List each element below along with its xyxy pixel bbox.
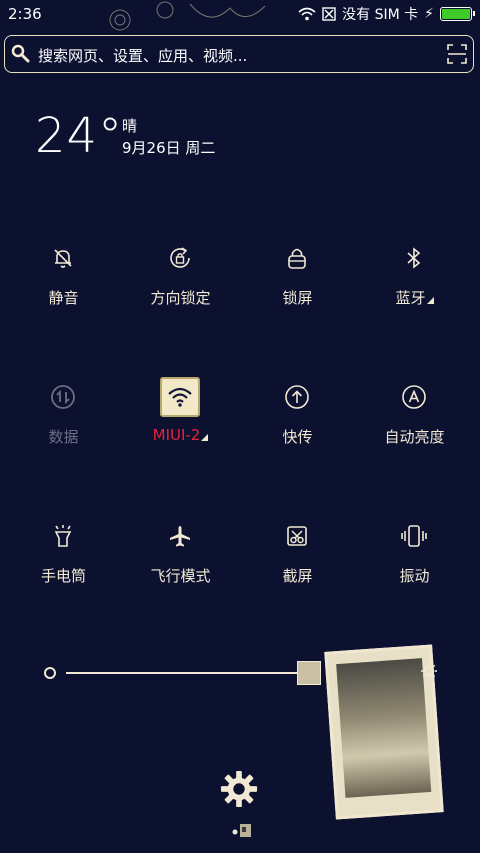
battery-icon	[440, 7, 475, 21]
tile-label: 飞行模式	[150, 567, 211, 585]
brightness-low-icon	[44, 667, 56, 679]
quick-transfer-icon	[285, 385, 309, 409]
tile-lock-screen[interactable]: 锁屏	[239, 238, 356, 338]
status-indicators: 没有 SIM 卡 ⚡	[298, 4, 475, 24]
expand-triangle-icon	[426, 297, 434, 304]
auto-brightness-icon	[402, 385, 426, 409]
airplane-icon	[170, 526, 190, 547]
carrier-text: 没有 SIM 卡	[342, 7, 419, 23]
tile-label: 振动	[399, 567, 430, 585]
scan-icon[interactable]	[447, 44, 467, 64]
flashlight-icon	[54, 525, 72, 547]
rotation-lock-icon	[170, 247, 190, 268]
tile-label: MIUI-2	[122, 426, 239, 444]
tile-label: 数据	[48, 428, 79, 446]
status-time: 2:36	[8, 5, 42, 23]
weather-condition: 晴	[122, 117, 138, 135]
vibrate-icon	[401, 525, 427, 547]
wifi-active-box	[160, 377, 200, 417]
charging-icon: ⚡	[424, 6, 434, 22]
brightness-slider[interactable]	[44, 660, 444, 690]
decorative-lace-icon	[109, 1, 266, 31]
tile-screenshot[interactable]: 截屏	[239, 516, 356, 616]
tile-label: 截屏	[282, 567, 313, 585]
data-arrows-icon	[51, 385, 75, 409]
brightness-thumb[interactable]	[297, 661, 322, 685]
weather-date: 9月26日 周二	[122, 139, 216, 157]
small-notification-icon	[232, 824, 251, 837]
tile-label: 自动亮度	[384, 428, 445, 446]
tile-airplane-mode[interactable]: 飞行模式	[122, 516, 239, 616]
settings-gear-icon[interactable]	[220, 770, 258, 808]
bluetooth-icon	[407, 247, 421, 269]
tile-label: 方向锁定	[150, 289, 211, 307]
tile-flashlight[interactable]: 手电筒	[5, 516, 122, 616]
wifi-icon	[168, 387, 192, 407]
lock-icon	[288, 248, 306, 269]
tile-rotation-lock[interactable]: 方向锁定	[122, 238, 239, 338]
brightness-high-icon	[421, 663, 437, 679]
tile-mute[interactable]: 静音	[5, 238, 122, 338]
tile-wifi[interactable]: MIUI-2	[122, 377, 239, 477]
weather-temperature: 24°	[35, 108, 124, 164]
tile-mobile-data[interactable]: 数据	[5, 377, 122, 477]
no-sim-icon	[322, 7, 336, 21]
search-placeholder: 搜索网页、设置、应用、视频...	[38, 47, 248, 65]
wifi-signal-icon	[298, 7, 316, 21]
mute-bell-icon	[54, 249, 72, 268]
tile-vibrate[interactable]: 振动	[356, 516, 473, 616]
search-bar[interactable]: 搜索网页、设置、应用、视频...	[4, 35, 474, 73]
tile-label: 静音	[48, 289, 79, 307]
brightness-track[interactable]	[66, 672, 312, 674]
tile-label: 快传	[282, 428, 313, 446]
tile-label: 手电筒	[40, 567, 86, 585]
tile-quick-transfer[interactable]: 快传	[239, 377, 356, 477]
expand-triangle-icon	[201, 434, 209, 441]
screenshot-icon	[287, 526, 307, 546]
tile-bluetooth[interactable]: 蓝牙	[356, 238, 473, 338]
tile-label: 蓝牙	[356, 287, 473, 308]
search-icon	[11, 44, 30, 63]
status-bar: 2:36 没有 SIM 卡 ⚡	[0, 0, 480, 31]
tile-auto-brightness[interactable]: 自动亮度	[356, 377, 473, 477]
tile-label: 锁屏	[282, 289, 313, 307]
